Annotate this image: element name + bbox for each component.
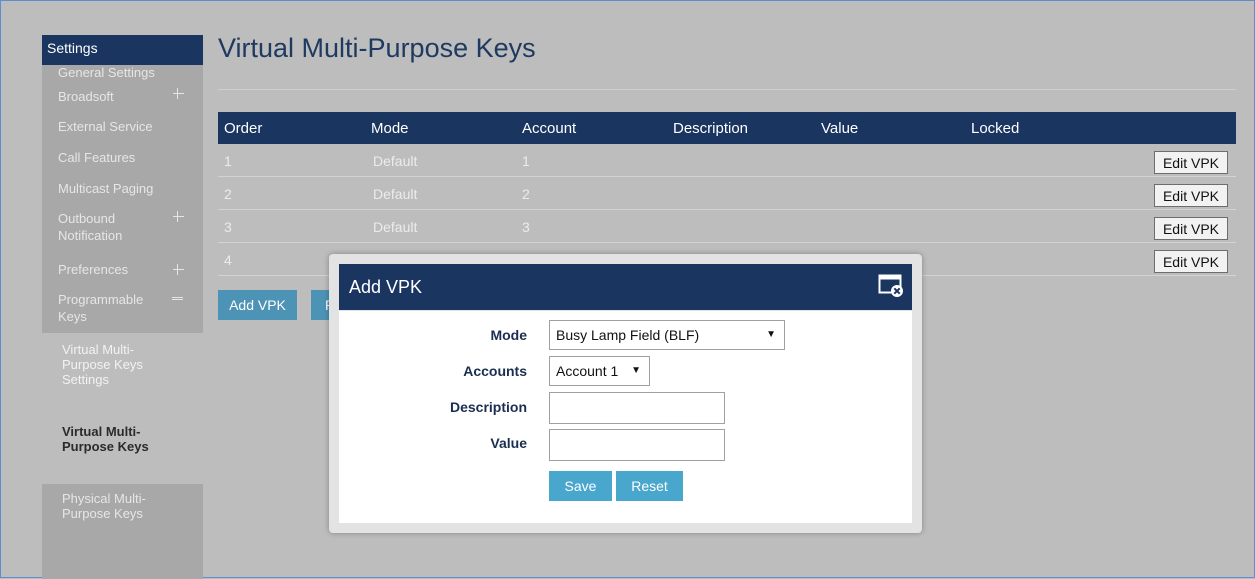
accounts-select-value: Account 1: [556, 363, 619, 379]
cell-account: 3: [522, 219, 530, 235]
mode-label: Mode: [490, 327, 527, 343]
sidebar-item-general-settings[interactable]: General Settings: [42, 55, 203, 82]
cell-mode: Default: [373, 153, 418, 169]
mode-select-value: Busy Lamp Field (BLF): [556, 327, 700, 343]
table-row: 2 Default 2 Edit VPK: [218, 177, 1236, 210]
cell-mode: Default: [373, 219, 418, 235]
table-row: 3 Default 3 Edit VPK: [218, 210, 1236, 243]
sidebar-item-label: Physical Multi-Purpose Keys: [62, 491, 146, 521]
col-header-account: Account: [522, 120, 577, 137]
sidebar-item-label: Broadsoft: [58, 89, 114, 104]
window-close-icon[interactable]: [878, 274, 904, 298]
reset-button[interactable]: Reset: [616, 471, 683, 501]
expand-plus-icon[interactable]: [173, 264, 184, 275]
sidebar-item-label: Virtual Multi-Purpose Keys Settings: [62, 342, 143, 387]
sidebar-item-multicast-paging[interactable]: Multicast Paging: [42, 178, 203, 207]
sidebar-item-broadsoft[interactable]: Broadsoft: [42, 82, 203, 115]
sidebar-item-label: Programmable Keys: [58, 292, 144, 324]
cell-order: 4: [224, 252, 232, 268]
cell-mode: Default: [373, 186, 418, 202]
col-header-locked: Locked: [971, 120, 1020, 137]
dropdown-arrow-icon: ▼: [766, 329, 776, 340]
sidebar-subitem-vmpk[interactable]: Virtual Multi-Purpose Keys: [42, 415, 203, 484]
accounts-label: Accounts: [463, 363, 527, 379]
save-button[interactable]: Save: [549, 471, 612, 501]
page-title: Virtual Multi-Purpose Keys: [218, 33, 536, 63]
edit-vpk-button[interactable]: Edit VPK: [1153, 250, 1228, 273]
sidebar-item-label: External Service: [58, 119, 153, 134]
sidebar-subitem-pmpk[interactable]: Physical Multi-Purpose Keys: [42, 484, 203, 546]
description-field[interactable]: [549, 392, 725, 424]
expand-plus-icon[interactable]: [173, 88, 184, 99]
add-vpk-dialog: Add VPK Mode Busy Lamp Field (BLF) ▼ Acc…: [329, 254, 922, 533]
sidebar-item-external-service[interactable]: External Service: [42, 115, 203, 147]
col-header-value: Value: [821, 120, 859, 137]
cell-order: 2: [224, 186, 232, 202]
accounts-select[interactable]: Account 1 ▼: [549, 356, 650, 386]
sidebar-item-label: Call Features: [58, 150, 136, 165]
dialog-header: Add VPK: [339, 264, 912, 310]
collapse-minus-icon[interactable]: [172, 297, 183, 300]
title-divider: [218, 89, 1236, 90]
value-label: Value: [490, 435, 527, 451]
mode-select[interactable]: Busy Lamp Field (BLF) ▼: [549, 320, 785, 350]
value-field[interactable]: [549, 429, 725, 461]
dropdown-arrow-icon: ▼: [631, 365, 641, 376]
dialog-body: Mode Busy Lamp Field (BLF) ▼ Accounts Ac…: [339, 311, 912, 523]
expand-plus-icon[interactable]: [173, 211, 184, 222]
add-vpk-button[interactable]: Add VPK: [218, 290, 297, 320]
sidebar-item-preferences[interactable]: Preferences: [42, 258, 203, 288]
sidebar-item-label: General Settings: [58, 65, 155, 80]
edit-vpk-button[interactable]: Edit VPK: [1153, 151, 1228, 174]
reset-button-partial[interactable]: R: [311, 290, 335, 320]
sidebar-item-programmable-keys[interactable]: Programmable Keys: [42, 288, 183, 333]
vpk-table: Order Mode Account Description Value Loc…: [218, 112, 1236, 276]
sidebar: Settings General Settings Broadsoft Exte…: [42, 35, 203, 579]
table-row: 1 Default 1 Edit VPK: [218, 144, 1236, 177]
sidebar-item-label: Outbound Notification: [58, 211, 123, 243]
sidebar-item-outbound-notification[interactable]: Outbound Notification: [42, 207, 184, 258]
cell-order: 3: [224, 219, 232, 235]
table-header: Order Mode Account Description Value Loc…: [218, 112, 1236, 144]
cell-account: 1: [522, 153, 530, 169]
col-header-order: Order: [224, 120, 263, 137]
edit-vpk-button[interactable]: Edit VPK: [1153, 184, 1228, 207]
sidebar-item-label: Multicast Paging: [58, 181, 154, 196]
cell-account: 2: [522, 186, 530, 202]
sidebar-item-label: Virtual Multi-Purpose Keys: [62, 424, 149, 454]
cell-order: 1: [224, 153, 232, 169]
edit-vpk-button[interactable]: Edit VPK: [1153, 217, 1228, 240]
col-header-description: Description: [673, 120, 749, 137]
col-header-mode: Mode: [371, 120, 409, 137]
description-label: Description: [449, 399, 527, 415]
sidebar-item-label: Preferences: [58, 262, 129, 277]
dialog-title: Add VPK: [349, 277, 423, 297]
sidebar-subitem-vmpk-settings[interactable]: Virtual Multi-Purpose Keys Settings: [42, 333, 203, 415]
sidebar-item-call-features[interactable]: Call Features: [42, 147, 203, 178]
